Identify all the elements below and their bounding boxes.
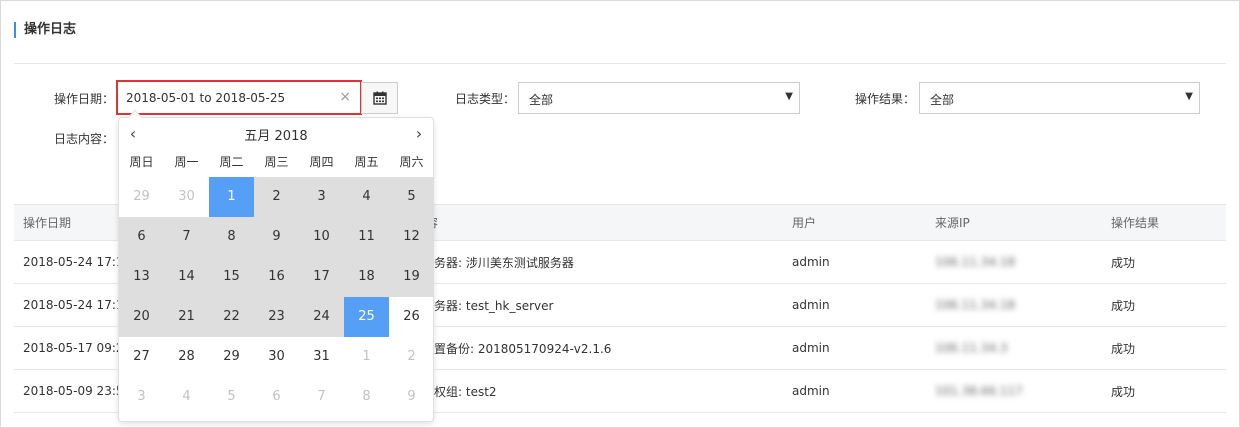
calendar-day[interactable]: 6 — [119, 217, 164, 257]
calendar-day[interactable]: 29 — [209, 337, 254, 377]
cell-content: 置备份: 201805170924-v2.1.6 — [417, 326, 783, 370]
log-content-label: 日志内容： — [54, 132, 115, 146]
result-value: 全部 — [930, 93, 955, 107]
calendar-day[interactable]: 2 — [389, 337, 434, 377]
log-type-value: 全部 — [529, 93, 554, 107]
date-picker-popup: ‹ 五月 2018 › 周日 周一 周二 周三 周四 周五 周六 29 30 1 2 3 4 5 6 7 8 9… — [118, 109, 434, 422]
cell-result: 成功 — [1102, 283, 1226, 327]
calendar-day[interactable]: 11 — [344, 217, 389, 257]
calendar-day[interactable]: 4 — [164, 377, 209, 417]
log-type-label: 日志类型： — [455, 92, 516, 106]
cell-ip-value: 106.11.34.18 — [935, 255, 1016, 269]
cell-user: admin — [783, 369, 926, 413]
calendar-icon — [373, 91, 387, 105]
calendar-day[interactable]: 4 — [344, 177, 389, 217]
date-range-input[interactable]: 2018-05-01 to 2018-05-25 × — [116, 80, 362, 115]
calendar-day[interactable]: 1 — [209, 177, 254, 217]
calendar-day[interactable]: 22 — [209, 297, 254, 337]
result-select[interactable]: 全部 ▼ — [919, 82, 1200, 114]
log-type-select[interactable]: 全部 ▼ — [518, 82, 800, 114]
calendar-day[interactable]: 17 — [299, 257, 344, 297]
cell-user: admin — [783, 240, 926, 284]
cell-content: 务器: 涉川美东测试服务器 — [417, 240, 783, 284]
calendar-day[interactable]: 26 — [389, 297, 434, 337]
cell-ip: 101.38.66.117 — [926, 369, 1102, 413]
calendar-day[interactable]: 8 — [344, 377, 389, 417]
cell-result: 成功 — [1102, 369, 1226, 413]
cell-user: admin — [783, 326, 926, 370]
weekday-label: 周日 — [129, 155, 154, 169]
calendar-day[interactable]: 1 — [344, 337, 389, 377]
calendar-day[interactable]: 3 — [299, 177, 344, 217]
weekday-label: 周五 — [354, 155, 379, 169]
calendar-day[interactable]: 9 — [254, 217, 299, 257]
header-user[interactable]: 用户 — [783, 204, 926, 241]
weekday-label: 周六 — [399, 155, 424, 169]
calendar-day[interactable]: 3 — [119, 377, 164, 417]
calendar-day[interactable]: 7 — [164, 217, 209, 257]
calendar-day[interactable]: 31 — [299, 337, 344, 377]
caret-down-icon: ▼ — [1185, 91, 1193, 102]
cell-ip: 106.11.34.18 — [926, 283, 1102, 327]
calendar-day[interactable]: 12 — [389, 217, 434, 257]
calendar-day[interactable]: 9 — [389, 377, 434, 417]
calendar-day[interactable]: 5 — [389, 177, 434, 217]
cell-content: 务器: test_hk_server — [417, 283, 783, 327]
calendar-day[interactable]: 23 — [254, 297, 299, 337]
calendar-day[interactable]: 24 — [299, 297, 344, 337]
calendar-day[interactable]: 7 — [299, 377, 344, 417]
calendar-day[interactable]: 20 — [119, 297, 164, 337]
calendar-day[interactable]: 2 — [254, 177, 299, 217]
cell-result: 成功 — [1102, 326, 1226, 370]
date-label: 操作日期： — [54, 92, 115, 106]
chevron-right-icon[interactable]: › — [408, 123, 430, 145]
weekday-label: 周三 — [264, 155, 289, 169]
calendar-day[interactable]: 16 — [254, 257, 299, 297]
cell-ip: 106.11.34.3 — [926, 326, 1102, 370]
calendar-day[interactable]: 5 — [209, 377, 254, 417]
calendar-day[interactable]: 18 — [344, 257, 389, 297]
calendar-day[interactable]: 14 — [164, 257, 209, 297]
page-title: 操作日志 — [14, 22, 76, 38]
calendar-day[interactable]: 29 — [119, 177, 164, 217]
calendar-day[interactable]: 19 — [389, 257, 434, 297]
header-ip[interactable]: 来源IP — [926, 204, 1102, 241]
calendar-day[interactable]: 13 — [119, 257, 164, 297]
calendar-day[interactable]: 10 — [299, 217, 344, 257]
result-label: 操作结果： — [855, 92, 916, 106]
calendar-day[interactable]: 30 — [164, 177, 209, 217]
calendar-day[interactable]: 6 — [254, 377, 299, 417]
weekday-label: 周二 — [219, 155, 244, 169]
cell-result: 成功 — [1102, 240, 1226, 284]
month-label: 五月 2018 — [244, 129, 308, 144]
calendar-day[interactable]: 8 — [209, 217, 254, 257]
header-result[interactable]: 操作结果 — [1102, 204, 1226, 241]
calendar-day[interactable]: 15 — [209, 257, 254, 297]
weekday-label: 周一 — [174, 155, 199, 169]
close-icon[interactable]: × — [339, 89, 351, 105]
cell-ip-value: 106.11.34.18 — [935, 298, 1016, 312]
cell-user: admin — [783, 283, 926, 327]
header-content[interactable]: 容 — [417, 204, 783, 241]
date-range-value: 2018-05-01 to 2018-05-25 — [126, 91, 286, 105]
calendar-day[interactable]: 27 — [119, 337, 164, 377]
weekday-label: 周四 — [309, 155, 334, 169]
calendar-button[interactable] — [361, 82, 398, 114]
cell-ip-value: 101.38.66.117 — [935, 384, 1023, 398]
calendar-day[interactable]: 30 — [254, 337, 299, 377]
cell-ip-value: 106.11.34.3 — [935, 341, 1008, 355]
caret-down-icon: ▼ — [785, 91, 793, 102]
calendar-day[interactable]: 21 — [164, 297, 209, 337]
title-divider — [14, 63, 1226, 64]
calendar-day[interactable]: 28 — [164, 337, 209, 377]
cell-ip: 106.11.34.18 — [926, 240, 1102, 284]
calendar-day[interactable]: 25 — [344, 297, 389, 337]
cell-content: 权组: test2 — [417, 369, 783, 413]
